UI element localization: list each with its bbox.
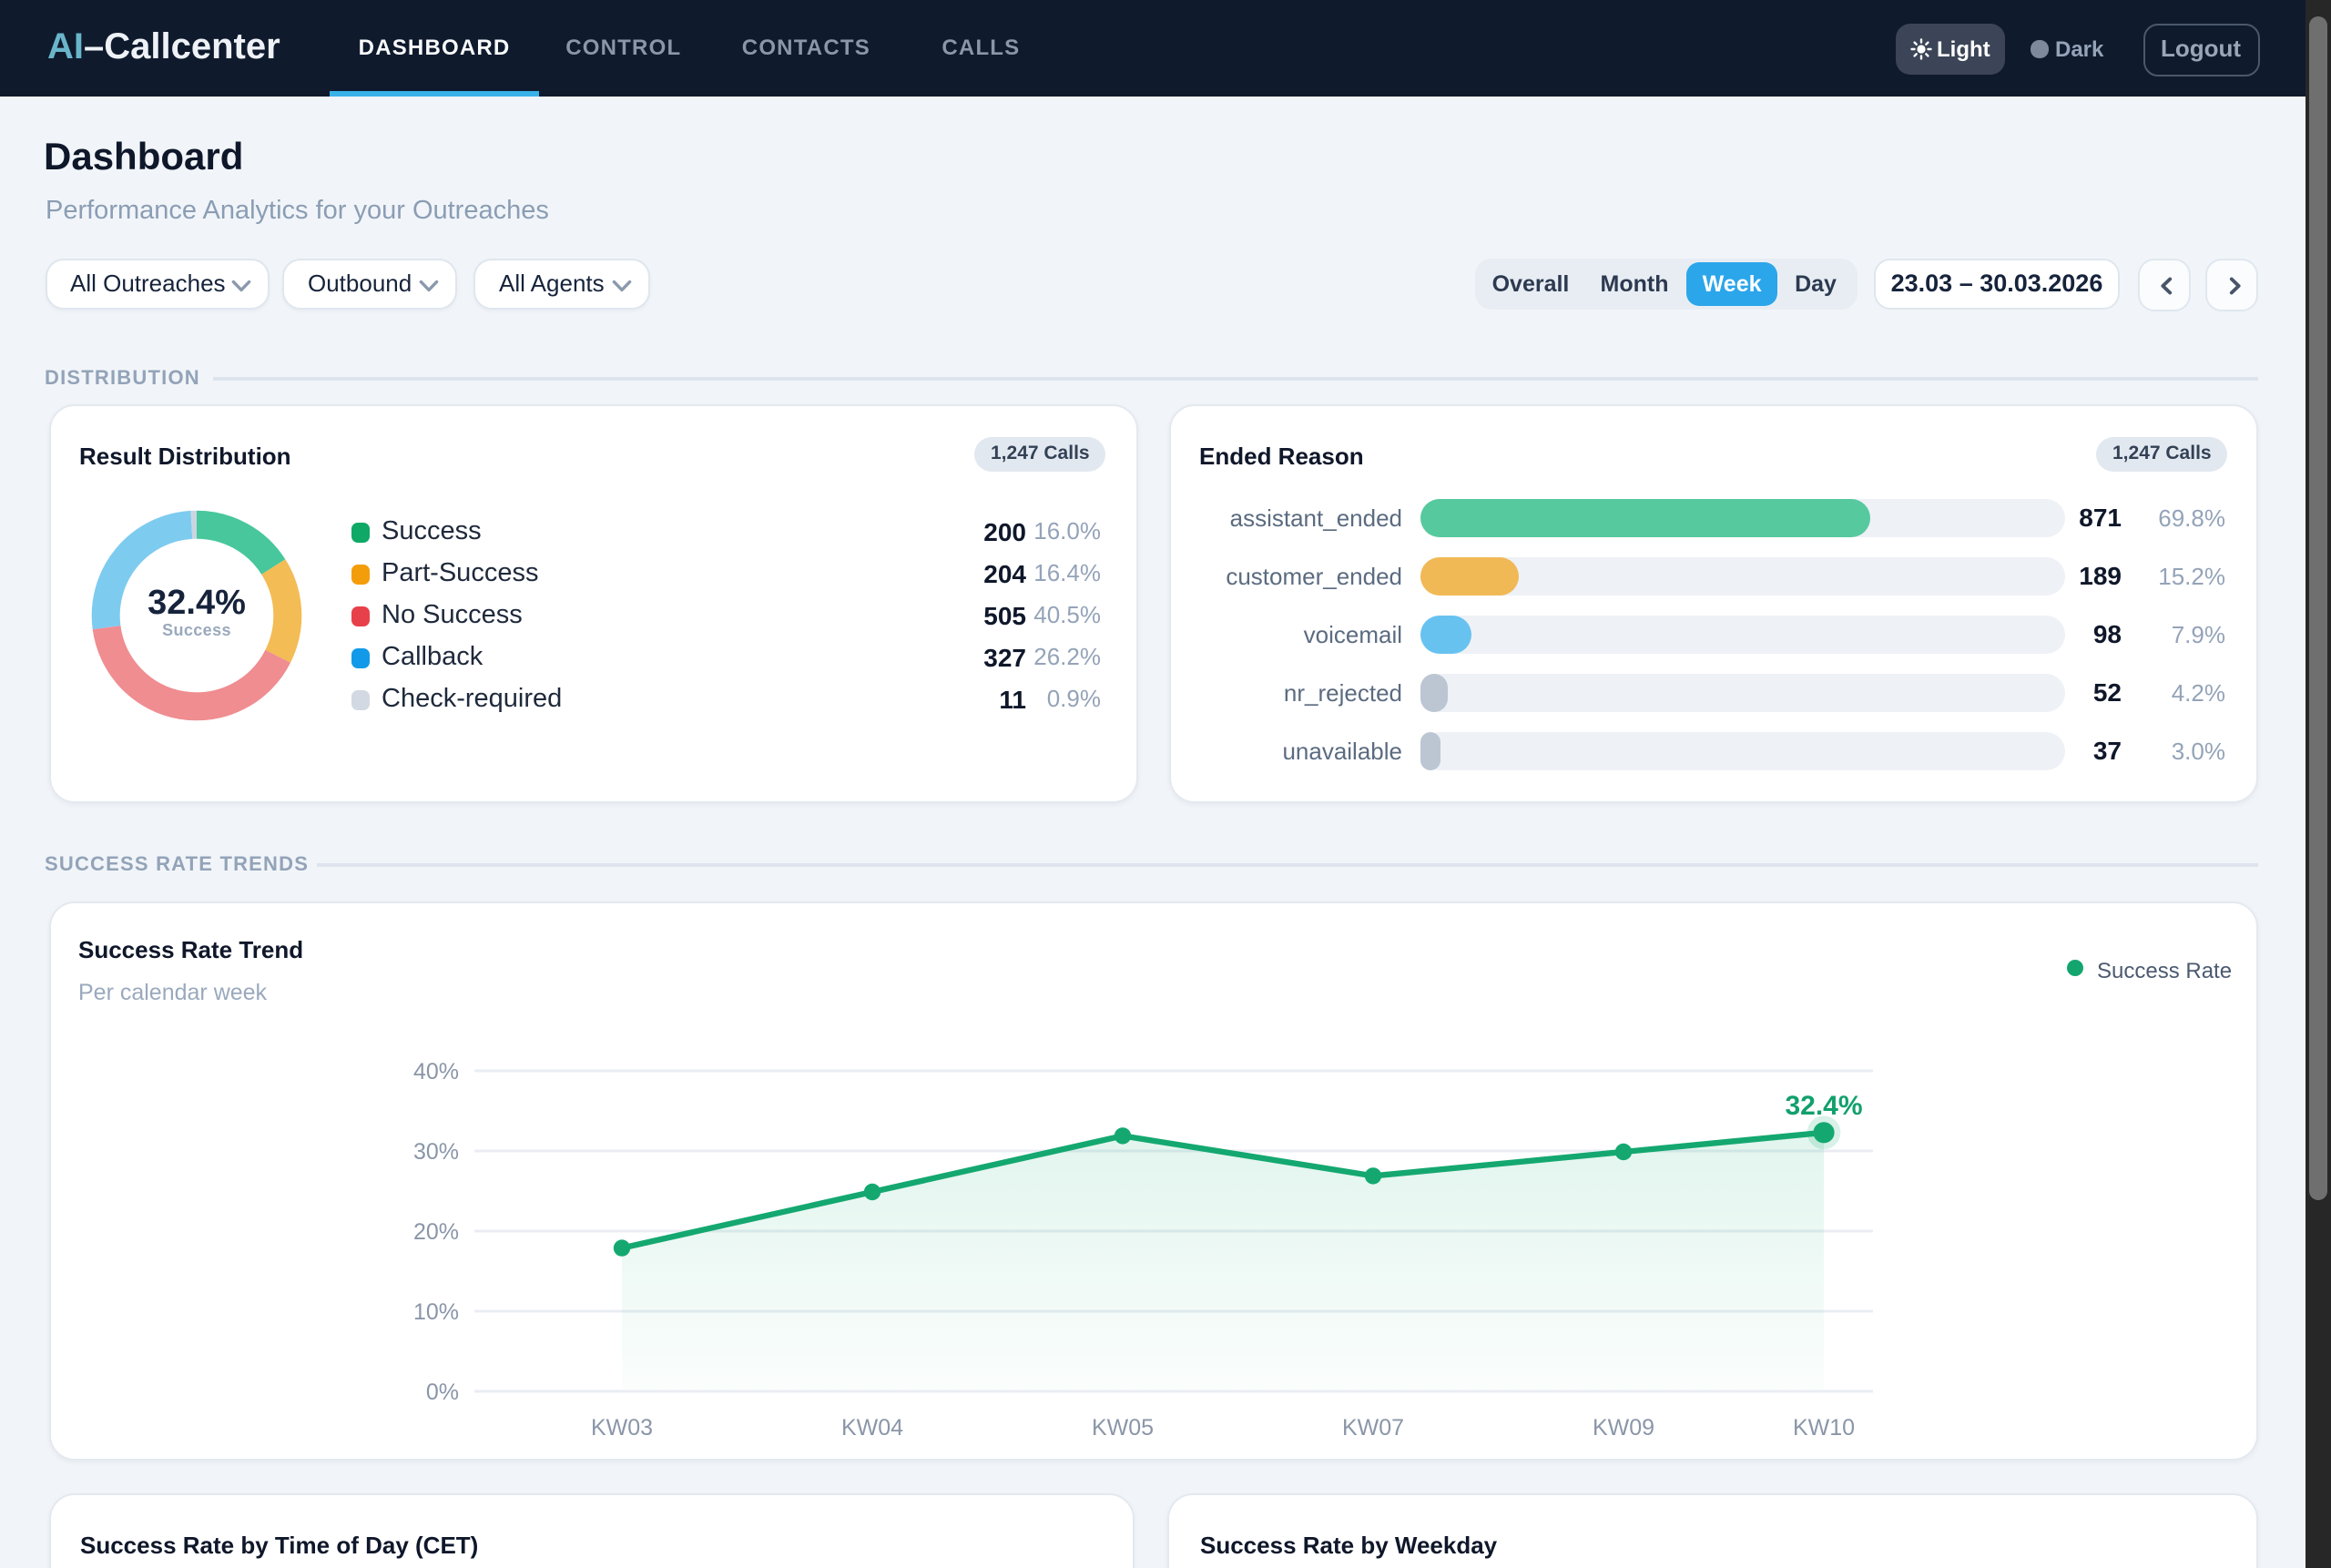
svg-text:KW04: KW04	[840, 1415, 902, 1441]
svg-text:KW03: KW03	[590, 1415, 652, 1441]
svg-text:40%: 40%	[412, 1059, 458, 1084]
svg-text:KW09: KW09	[1592, 1415, 1654, 1441]
svg-text:0%: 0%	[425, 1380, 458, 1405]
svg-text:20%: 20%	[412, 1219, 458, 1245]
svg-text:30%: 30%	[412, 1139, 458, 1165]
svg-text:KW10: KW10	[1792, 1415, 1854, 1441]
svg-text:KW05: KW05	[1091, 1415, 1153, 1441]
svg-text:KW07: KW07	[1341, 1415, 1403, 1441]
svg-text:10%: 10%	[412, 1299, 458, 1325]
svg-text:32.4%: 32.4%	[1784, 1091, 1861, 1121]
